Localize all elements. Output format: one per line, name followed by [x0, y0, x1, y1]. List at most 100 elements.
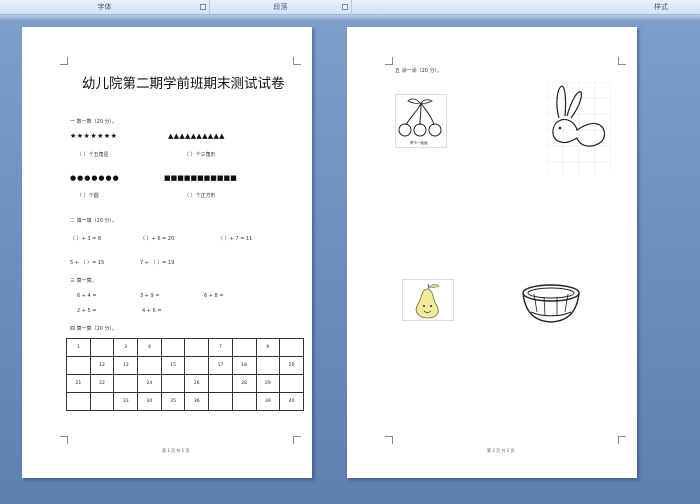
table-cell[interactable]: 39: [255, 392, 281, 411]
document-page-1[interactable]: 幼儿院第二期学前班期末测试试卷 一 数一数（20 分）。 ★★★★★★★ ▲▲▲…: [22, 27, 312, 478]
ribbon-shadow: [0, 15, 700, 21]
table-cell[interactable]: 35: [160, 392, 186, 411]
pear-picture: [402, 279, 454, 321]
stars-question: （ ）个五角星: [77, 152, 109, 158]
table-cell[interactable]: [89, 392, 115, 411]
basket-picture: [517, 281, 585, 329]
section-1-heading: 一 数一数（20 分）。: [70, 119, 118, 125]
calc-item: 6 + 8 =: [204, 293, 224, 299]
margin-corner-mark: [618, 436, 626, 444]
margin-corner-mark: [60, 57, 68, 65]
table-row: 12 13 15 17 18 20: [66, 356, 304, 375]
ribbon-group-styles-label: 样式: [654, 3, 668, 11]
calc-item: 6 + 4 =: [77, 293, 97, 299]
table-cell[interactable]: [208, 392, 233, 411]
table-cell[interactable]: [184, 338, 210, 357]
paragraph-dialog-launcher-icon[interactable]: [342, 4, 348, 10]
calc-item: 4 + 6 =: [142, 308, 162, 314]
section-3-heading: 三 算一算。: [70, 278, 97, 284]
section-2-heading: 二 填一填（20 分）。: [70, 218, 118, 224]
margin-corner-mark: [618, 57, 626, 65]
circles-question: （ ）个圆: [77, 193, 99, 199]
table-cell[interactable]: [231, 338, 257, 357]
table-cell[interactable]: 18: [231, 356, 257, 375]
calc-item: 3 + 9 =: [140, 293, 160, 299]
table-row: 33 34 35 36 39 40: [66, 392, 304, 411]
table-cell[interactable]: [66, 392, 91, 411]
table-cell[interactable]: [160, 374, 186, 393]
table-cell[interactable]: 22: [89, 374, 115, 393]
calc-item: 2 + 5 =: [77, 308, 97, 314]
table-cell[interactable]: [89, 338, 115, 357]
pear-icon: [415, 283, 440, 319]
table-row: 21 22 24 26 28 29: [66, 374, 304, 393]
margin-corner-mark: [385, 436, 393, 444]
table-cell[interactable]: [160, 338, 186, 357]
table-cell[interactable]: 1: [66, 338, 91, 357]
table-cell[interactable]: 40: [279, 392, 304, 411]
squares-question: （ ）个正方形: [184, 193, 216, 199]
margin-corner-mark: [60, 436, 68, 444]
table-cell[interactable]: 21: [66, 374, 91, 393]
table-cell[interactable]: [113, 374, 139, 393]
table-cell[interactable]: 33: [113, 392, 139, 411]
table-cell[interactable]: 9: [255, 338, 281, 357]
table-cell[interactable]: 36: [184, 392, 210, 411]
table-cell[interactable]: 26: [184, 374, 210, 393]
basket-icon: [522, 284, 580, 323]
ribbon-group-font[interactable]: 字体: [0, 0, 210, 15]
rabbit-picture: [546, 81, 612, 174]
ribbon-group-paragraph-label: 段落: [273, 3, 288, 11]
ribbon-group-styles[interactable]: 样式: [352, 0, 700, 15]
document-page-2[interactable]: 五 涂一涂（20 分）。 帮卡一画画 第 2 页 共 2 页: [347, 27, 637, 478]
circles-row: ●●●●●●●: [70, 174, 120, 182]
rabbit-icon: [546, 81, 612, 174]
ribbon-group-paragraph[interactable]: 段落: [210, 0, 352, 15]
table-cell[interactable]: [66, 356, 91, 375]
table-cell[interactable]: 12: [89, 356, 115, 375]
page-title: 幼儿院第二期学前班期末测试试卷: [82, 76, 285, 92]
fill-item: （ ）+ 3 = 8: [70, 236, 102, 242]
fill-item: 7 + （ ）= 19: [140, 260, 175, 266]
table-cell[interactable]: 3: [113, 338, 139, 357]
page-footer: 第 1 页 共 1 页: [162, 448, 190, 453]
margin-corner-mark: [293, 57, 301, 65]
table-cell[interactable]: 28: [231, 374, 257, 393]
table-row: 1 34 7 9: [66, 338, 304, 357]
page-footer: 第 2 页 共 2 页: [487, 448, 515, 453]
table-cell[interactable]: 13: [113, 356, 139, 375]
fill-item: （ ）+ 7 = 11: [218, 236, 253, 242]
table-cell[interactable]: 29: [255, 374, 281, 393]
table-cell[interactable]: [184, 356, 210, 375]
table-cell[interactable]: [137, 356, 162, 375]
font-dialog-launcher-icon[interactable]: [200, 4, 206, 10]
table-cell[interactable]: [231, 392, 257, 411]
ribbon-group-font-label: 字体: [97, 3, 112, 11]
table-cell[interactable]: [255, 356, 281, 375]
fill-item: （ ）+ 6 = 20: [140, 236, 175, 242]
squares-row: ■■■■■■■■■■■: [164, 174, 237, 182]
ribbon-group-bar: 字体 段落 样式: [0, 0, 700, 15]
table-cell[interactable]: 15: [160, 356, 186, 375]
table-cell[interactable]: [279, 338, 304, 357]
margin-corner-mark: [293, 436, 301, 444]
table-cell[interactable]: 24: [137, 374, 162, 393]
stars-row: ★★★★★★★: [70, 132, 118, 140]
margin-corner-mark: [385, 57, 393, 65]
cherries-caption: 帮卡一画画: [410, 141, 428, 145]
table-cell[interactable]: 17: [208, 356, 233, 375]
table-cell[interactable]: 20: [279, 356, 304, 375]
table-cell[interactable]: 7: [208, 338, 233, 357]
table-cell[interactable]: 34: [137, 392, 162, 411]
table-cell[interactable]: [208, 374, 233, 393]
section-5-heading: 五 涂一涂（20 分）。: [395, 68, 443, 74]
cherries-picture: 帮卡一画画: [395, 94, 447, 148]
table-cell[interactable]: [279, 374, 304, 393]
fill-item: 5 + （ ）= 15: [70, 260, 105, 266]
number-grid-table: 1 3 4 7 9 12 13 15 17 18 20 21 22 24 26 28 29 33 34 35 36 39 4…: [66, 338, 304, 411]
table-cell[interactable]: 4: [137, 338, 162, 357]
section-4-heading: 四 算一算（20 分）。: [70, 326, 118, 332]
triangles-row: ▲▲▲▲▲▲▲▲▲▲: [168, 132, 225, 140]
triangles-question: （ ）个三角形: [184, 152, 216, 158]
cherries-icon: [398, 98, 442, 137]
